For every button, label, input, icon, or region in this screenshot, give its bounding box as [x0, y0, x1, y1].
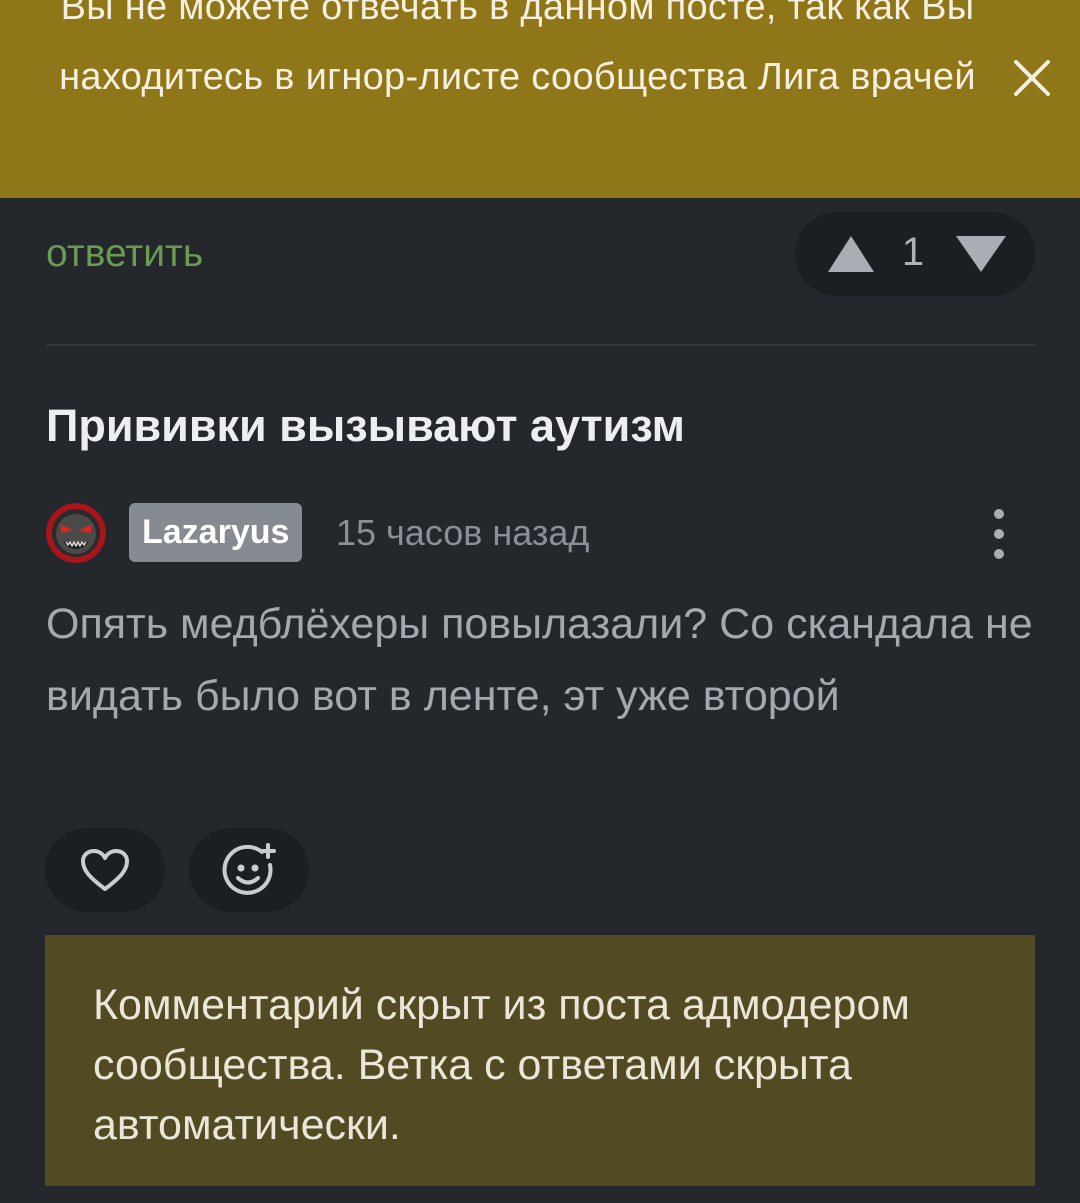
avatar[interactable] [46, 503, 106, 563]
reply-link[interactable]: ответить [46, 228, 203, 280]
vote-count: 1 [901, 230, 925, 274]
divider [46, 344, 1035, 346]
hidden-notice-text: Комментарий скрыт из поста адмодером соо… [93, 981, 910, 1149]
heart-icon [81, 849, 129, 891]
like-button[interactable] [45, 828, 165, 912]
comment-text: Опять медблёхеры повылазали? Со скандала… [46, 600, 1033, 720]
close-icon[interactable] [1010, 56, 1054, 100]
banner-message: Вы не можете отвечать в данном посте, та… [59, 0, 976, 98]
triangle-down-icon[interactable] [954, 234, 1008, 274]
comment-timestamp: 15 часов назад [336, 512, 590, 553]
add-reaction-icon [222, 843, 276, 895]
post-title[interactable]: Прививки вызывают аутизм [46, 398, 685, 454]
author-name[interactable]: Lazaryus [129, 503, 303, 562]
more-vertical-icon[interactable] [984, 506, 1014, 562]
ignore-list-banner: Вы не можете отвечать в данном посте, та… [0, 0, 1080, 198]
hidden-comment-notice: Комментарий скрыт из поста адмодером соо… [45, 935, 1035, 1186]
add-reaction-button[interactable] [189, 828, 309, 912]
triangle-up-icon[interactable] [826, 234, 876, 274]
page: Вы не можете отвечать в данном посте, та… [0, 0, 1080, 1203]
